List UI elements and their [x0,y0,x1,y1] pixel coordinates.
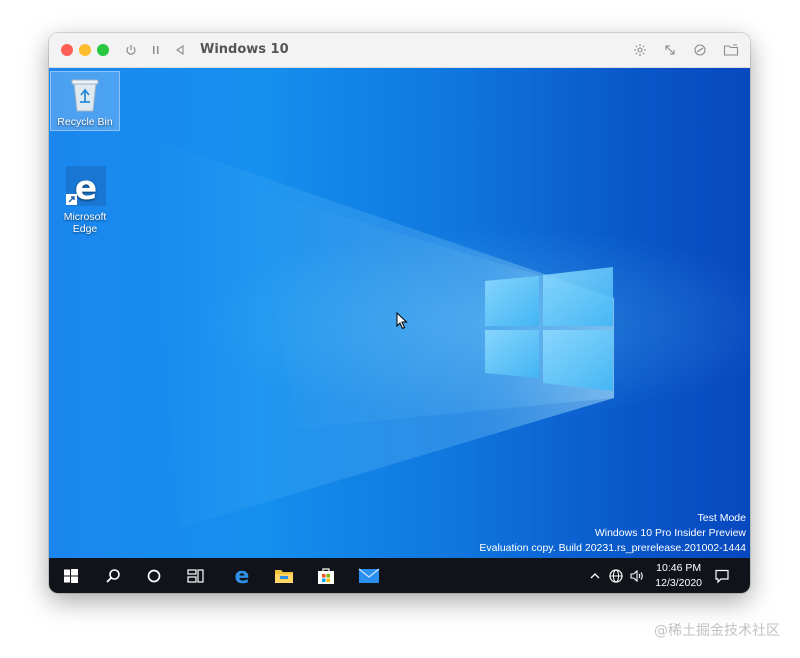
search-button[interactable] [95,558,131,593]
desktop-icon-label: Edge [72,223,98,235]
close-button[interactable] [61,44,73,56]
desktop-icon-label: Microsoft [63,211,107,223]
chevron-up-icon [590,572,600,578]
vm-window: Windows 10 Recycle Bin e Microsoft Edge … [49,33,750,593]
desktop-icon-label: Recycle Bin [57,116,113,128]
desktop[interactable]: Recycle Bin e Microsoft Edge Test Mode W… [49,68,750,558]
minimize-button[interactable] [79,44,91,56]
edge-icon: e [235,565,250,587]
network-icon [609,568,623,583]
watermark-line: Test Mode [697,512,746,524]
volume-button[interactable] [627,558,647,593]
action-center-button[interactable] [709,558,735,593]
recycle-bin-icon [71,79,99,112]
zoom-button[interactable] [97,44,109,56]
clock-date: 12/3/2020 [655,577,702,589]
mouse-cursor [396,312,408,330]
volume-icon [630,569,643,582]
network-button[interactable] [606,558,626,593]
desktop-icon-microsoft-edge[interactable]: e Microsoft Edge [51,164,119,236]
start-icon [64,568,78,583]
clock-time: 10:46 PM [656,562,702,574]
svg-text:e: e [75,168,97,207]
clock[interactable]: 10:46 PM 12/3/2020 [655,561,702,591]
watermark-line: Windows 10 Pro Insider Preview [594,527,746,539]
file-explorer-button[interactable] [266,558,302,593]
window-title: Windows 10 [200,42,289,57]
back-icon[interactable] [173,42,187,58]
coherence-icon[interactable] [692,42,708,58]
power-icon[interactable] [123,42,139,58]
resize-icon[interactable] [662,42,678,58]
notification-icon [715,569,729,583]
store-icon [318,567,334,584]
task-view-icon [187,568,204,583]
start-button[interactable] [53,558,89,593]
watermark-line: Evaluation copy. Build 20231.rs_prerelea… [479,542,746,554]
file-explorer-icon [275,569,293,583]
show-hidden-icons-button[interactable] [587,558,603,593]
mail-button[interactable] [351,558,387,593]
cortana-icon [147,569,161,582]
task-view-button[interactable] [178,558,214,593]
desktop-icon-recycle-bin[interactable]: Recycle Bin [50,71,120,131]
folder-icon[interactable] [722,42,740,58]
edge-icon: e [66,166,106,207]
microsoft-store-button[interactable] [308,558,344,593]
test-mode-watermark: Test Mode Windows 10 Pro Insider Preview… [479,511,746,556]
brightness-icon[interactable] [632,42,648,58]
title-bar[interactable]: Windows 10 [49,33,750,68]
search-icon [106,568,120,583]
windows-logo [485,267,613,391]
mail-icon [358,567,380,583]
taskbar-edge-button[interactable]: e [224,558,260,593]
pause-icon[interactable] [149,42,163,58]
cortana-button[interactable] [136,558,172,593]
source-credit: @稀土掘金技术社区 [654,623,780,639]
taskbar: e 10:46 PM 12/3/2020 [49,558,750,593]
svg-text:e: e [235,565,250,587]
